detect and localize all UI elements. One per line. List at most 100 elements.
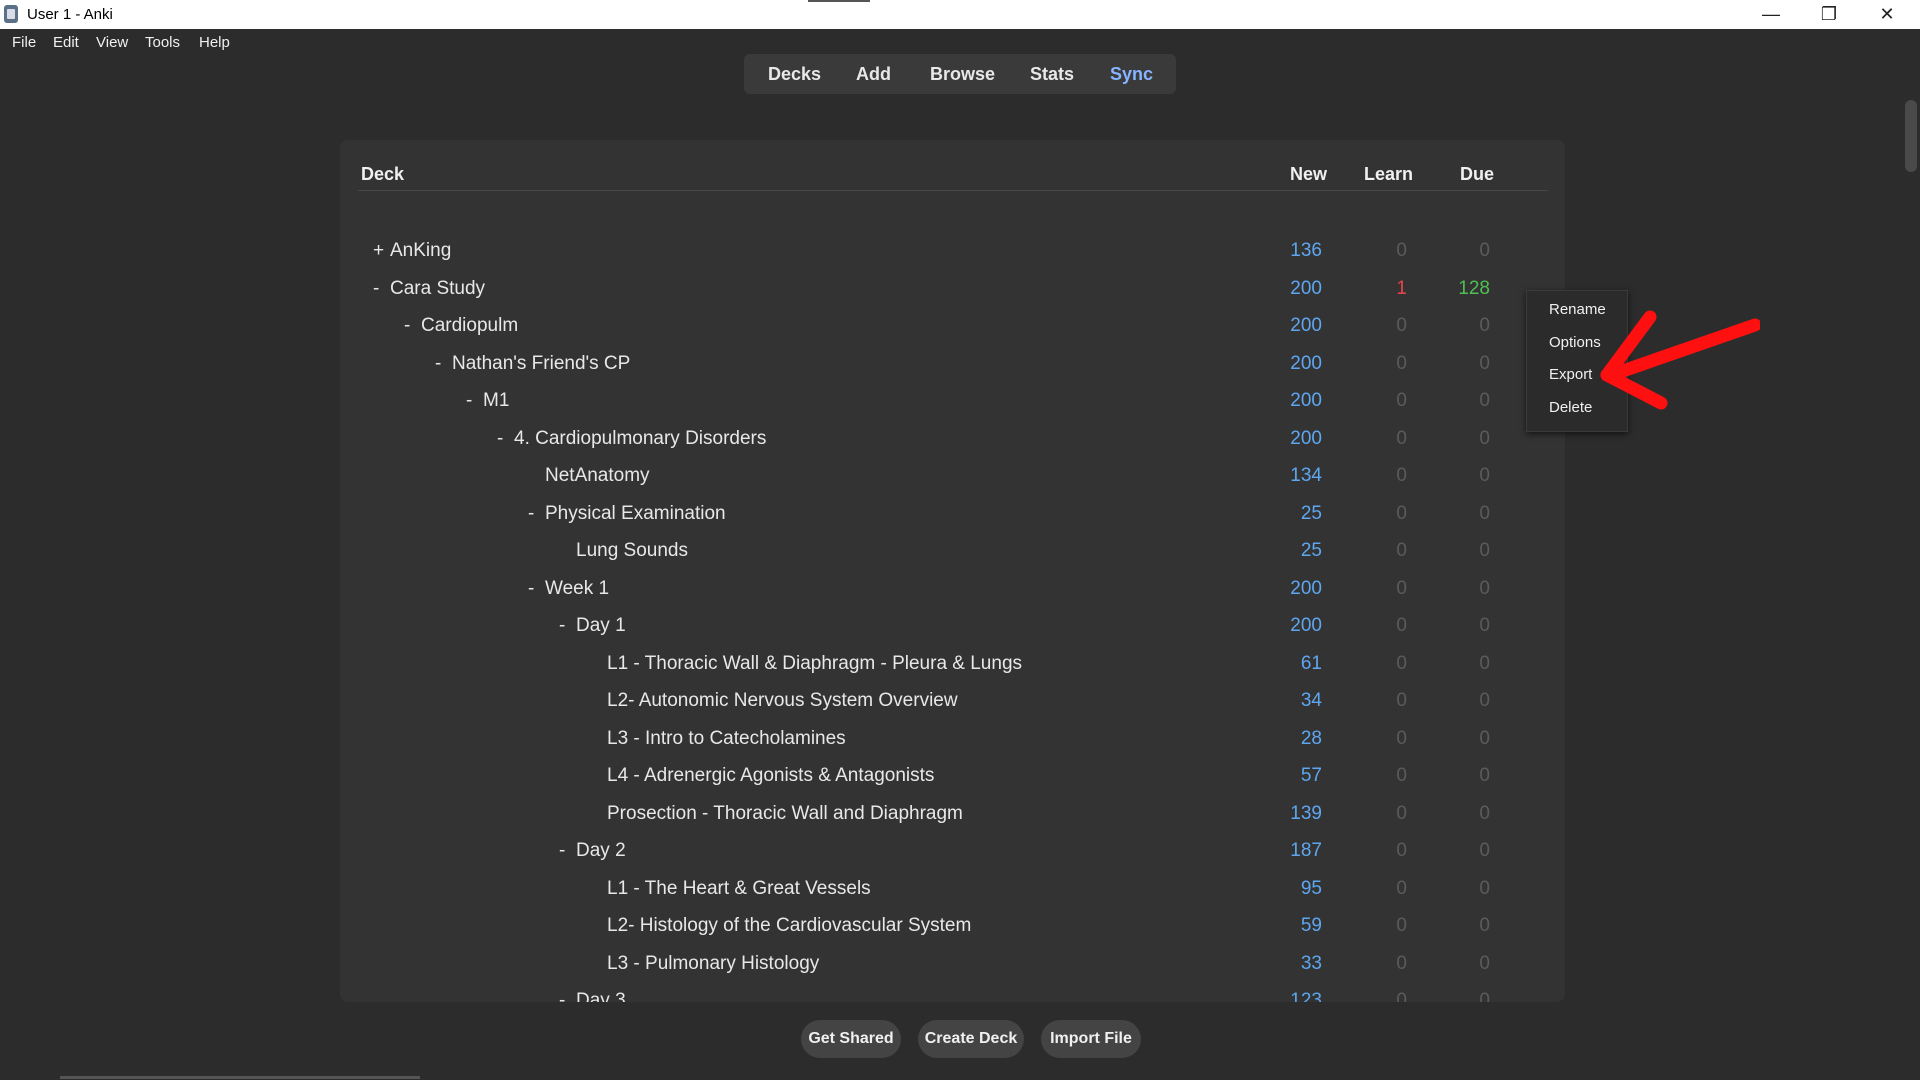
restore-icon[interactable]: ❐	[1800, 0, 1858, 29]
collapse-toggle-icon[interactable]: -	[528, 578, 545, 600]
deck-name-label: 4. Cardiopulmonary Disorders	[514, 427, 767, 449]
menu-help[interactable]: Help	[199, 34, 230, 51]
main-toolbar: Decks Add Browse Stats Sync	[744, 54, 1176, 94]
horizontal-scrollbar[interactable]	[60, 1076, 420, 1079]
deck-row[interactable]: - Day 3 123 0 0	[340, 984, 1565, 1002]
deck-row[interactable]: L1 - Thoracic Wall & Diaphragm - Pleura …	[340, 647, 1565, 684]
close-icon[interactable]: ✕	[1858, 0, 1916, 29]
new-count: 200	[1290, 427, 1322, 449]
deck-row[interactable]: - Day 1 200 0 0	[340, 609, 1565, 646]
deck-name[interactable]: - Day 2	[559, 840, 626, 862]
deck-row[interactable]: + AnKing 136 0 0	[340, 234, 1565, 271]
deck-name[interactable]: Lung Sounds	[559, 540, 688, 562]
collapse-toggle-icon[interactable]: -	[559, 990, 576, 1002]
deck-name[interactable]: L4 - Adrenergic Agonists & Antagonists	[590, 765, 934, 787]
menu-file[interactable]: File	[12, 34, 36, 51]
deck-name[interactable]: - M1	[466, 390, 509, 412]
deck-column-header: Deck	[361, 164, 405, 184]
deck-name[interactable]: L1 - The Heart & Great Vessels	[590, 878, 871, 900]
due-count: 0	[1479, 427, 1490, 449]
learn-count: 0	[1396, 802, 1407, 824]
import-file-button[interactable]: Import File	[1041, 1020, 1141, 1058]
collapse-toggle-icon[interactable]: -	[497, 428, 514, 450]
minimize-icon[interactable]: —	[1742, 0, 1800, 29]
collapse-toggle-icon[interactable]: -	[373, 278, 390, 300]
deck-name-label: L2- Autonomic Nervous System Overview	[607, 690, 958, 711]
deck-name[interactable]: - Cardiopulm	[404, 315, 518, 337]
deck-row[interactable]: - Day 2 187 0 0	[340, 834, 1565, 871]
learn-count: 0	[1396, 765, 1407, 786]
deck-row[interactable]: - Physical Examination 25 0 0	[340, 497, 1565, 534]
deck-name[interactable]: - Day 3	[559, 990, 626, 1002]
menu-edit[interactable]: Edit	[53, 34, 79, 51]
deck-row[interactable]: Lung Sounds 25 0 0	[340, 534, 1565, 571]
new-count: 59	[1300, 915, 1322, 936]
deck-name-label: Lung Sounds	[576, 540, 688, 561]
deck-name-label: L3 - Pulmonary Histology	[607, 952, 820, 974]
learn-count: 0	[1396, 652, 1407, 674]
deck-row[interactable]: L4 - Adrenergic Agonists & Antagonists 57…	[340, 759, 1565, 796]
get-shared-button[interactable]: Get Shared	[801, 1020, 901, 1058]
browse-button[interactable]: Browse	[930, 64, 995, 85]
menu-tools[interactable]: Tools	[145, 34, 180, 51]
deck-name[interactable]: - Week 1	[528, 578, 609, 600]
decks-button[interactable]: Decks	[768, 64, 821, 85]
options-menu-item[interactable]: Options	[1549, 334, 1601, 351]
sync-button[interactable]: Sync	[1110, 64, 1153, 85]
delete-menu-item[interactable]: Delete	[1549, 399, 1592, 416]
collapse-toggle-icon[interactable]: -	[404, 315, 421, 337]
learn-count: 0	[1396, 502, 1407, 524]
deck-row[interactable]: L3 - Intro to Catecholamines 28 0 0	[340, 722, 1565, 759]
deck-name[interactable]: NetAnatomy	[528, 465, 650, 487]
deck-name[interactable]: L3 - Pulmonary Histology	[590, 953, 819, 975]
new-count: 34	[1300, 690, 1322, 711]
new-count: 136	[1290, 240, 1322, 261]
deck-row[interactable]: Prosection - Thoracic Wall and Diaphragm…	[340, 797, 1565, 834]
menu-view[interactable]: View	[96, 34, 128, 51]
deck-row[interactable]: - Nathan's Friend's CP 200 0 0	[340, 347, 1565, 384]
due-count: 0	[1479, 990, 1490, 1002]
deck-name[interactable]: -4. Cardiopulmonary Disorders	[497, 428, 766, 450]
deck-name[interactable]: L2- Autonomic Nervous System Overview	[590, 690, 958, 712]
learn-count: 0	[1396, 352, 1407, 374]
new-count: 187	[1290, 840, 1322, 861]
collapse-toggle-icon[interactable]: -	[466, 390, 483, 412]
deck-name-label: Day 3	[576, 990, 626, 1002]
deck-row[interactable]: L2- Autonomic Nervous System Overview 34 0…	[340, 684, 1565, 721]
learn-count: 0	[1396, 915, 1407, 936]
deck-row[interactable]: - M1 200 0 0	[340, 384, 1565, 421]
export-menu-item[interactable]: Export	[1549, 366, 1592, 383]
deck-name[interactable]: - Day 1	[559, 615, 626, 637]
deck-row[interactable]: L1 - The Heart & Great Vessels 95 0 0	[340, 872, 1565, 909]
deck-name[interactable]: + AnKing	[373, 240, 451, 262]
due-count: 0	[1479, 802, 1490, 824]
deck-row[interactable]: L2- Histology of the Cardiovascular Syst…	[340, 909, 1565, 946]
collapse-toggle-icon[interactable]: -	[528, 503, 545, 525]
deck-name-label: Nathan's Friend's CP	[452, 352, 631, 374]
deck-name[interactable]: L3 - Intro to Catecholamines	[590, 728, 846, 750]
deck-row[interactable]: L3 - Pulmonary Histology 33 0 0	[340, 947, 1565, 984]
create-deck-button[interactable]: Create Deck	[918, 1020, 1024, 1058]
collapse-toggle-icon[interactable]: -	[559, 615, 576, 637]
deck-row[interactable]: - Week 1 200 0 0	[340, 572, 1565, 609]
add-button[interactable]: Add	[856, 64, 891, 85]
learn-count: 0	[1396, 240, 1407, 261]
deck-name[interactable]: Prosection - Thoracic Wall and Diaphragm	[590, 803, 963, 825]
deck-name[interactable]: L1 - Thoracic Wall & Diaphragm - Pleura …	[590, 653, 1022, 675]
stats-button[interactable]: Stats	[1030, 64, 1074, 85]
collapse-toggle-icon[interactable]: -	[435, 353, 452, 375]
deck-row[interactable]: - Cardiopulm 200 0 0	[340, 309, 1565, 346]
deck-row[interactable]: NetAnatomy 134 0 0	[340, 459, 1565, 496]
deck-name[interactable]: - Nathan's Friend's CP	[435, 353, 630, 375]
vertical-scrollbar[interactable]	[1905, 100, 1917, 172]
deck-row[interactable]: -4. Cardiopulmonary Disorders 200 0 0	[340, 422, 1565, 459]
deck-row[interactable]: - Cara Study 200 1 128	[340, 272, 1565, 309]
learn-column-header: Learn	[1364, 164, 1414, 184]
learn-count: 0	[1396, 540, 1407, 561]
collapse-toggle-icon[interactable]: -	[559, 840, 576, 862]
deck-name[interactable]: - Cara Study	[373, 278, 485, 300]
collapse-toggle-icon[interactable]: +	[373, 240, 390, 262]
deck-name[interactable]: - Physical Examination	[528, 503, 726, 525]
red-arrow-annotation	[1600, 310, 1760, 410]
deck-name[interactable]: L2- Histology of the Cardiovascular Syst…	[590, 915, 971, 937]
